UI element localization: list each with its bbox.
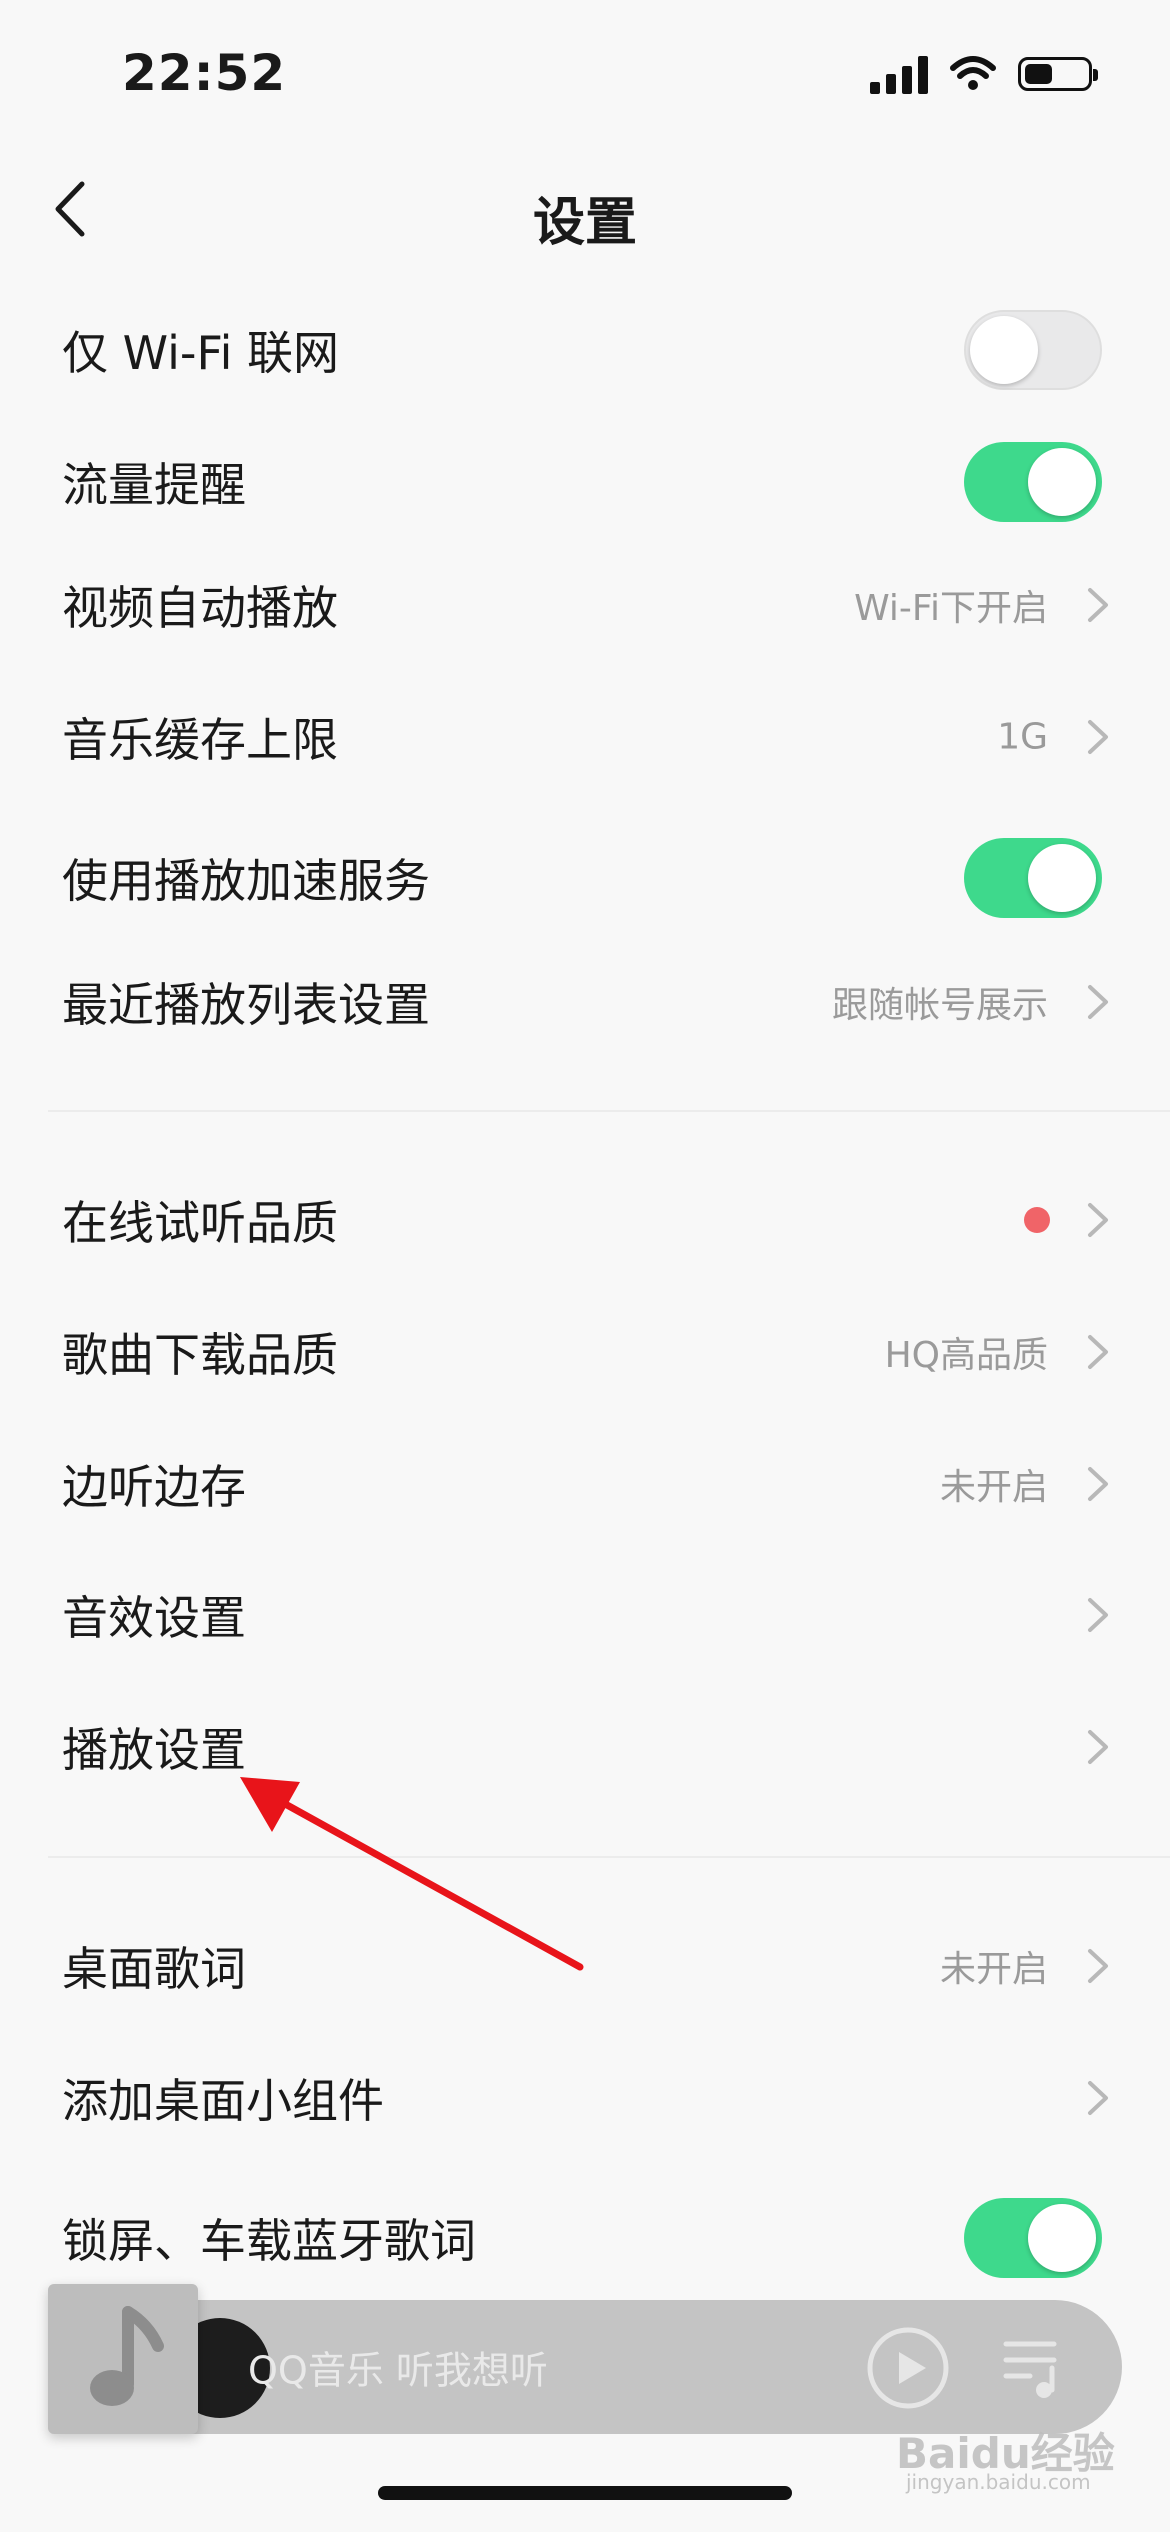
status-bar: 22:52 [0, 0, 1170, 150]
mini-player[interactable]: QQ音乐 听我想听 [50, 2300, 1122, 2434]
page-title: 设置 [532, 193, 637, 253]
setting-row-add-widget[interactable]: 添加桌面小组件 [0, 2033, 1170, 2163]
setting-value: 未开启 [939, 1949, 1048, 1990]
setting-label: 音乐缓存上限 [62, 713, 338, 767]
playlist-button[interactable] [1000, 2334, 1070, 2400]
setting-value: Wi-Fi下开启 [854, 588, 1048, 629]
setting-value: 1G [997, 716, 1048, 758]
setting-row-data-alert[interactable]: 流量提醒 [0, 417, 1170, 547]
status-icons [870, 54, 1098, 94]
setting-label: 仅 Wi-Fi 联网 [62, 326, 339, 380]
mini-player-text: QQ音乐 听我想听 [248, 2348, 548, 2393]
setting-label: 视频自动播放 [62, 581, 338, 635]
wifi-only-toggle[interactable] [964, 310, 1102, 390]
chevron-right-icon [1088, 1203, 1108, 1237]
battery-icon [1018, 57, 1098, 91]
setting-row-download-quality[interactable]: 歌曲下载品质 HQ高品质 [0, 1287, 1170, 1417]
setting-label: 播放设置 [62, 1723, 246, 1777]
watermark-url: jingyan.baidu.com [906, 2470, 1091, 2494]
section-divider [48, 1110, 1170, 1112]
chevron-right-icon [1088, 985, 1108, 1019]
status-time: 22:52 [122, 44, 287, 102]
music-note-icon [90, 2306, 164, 2406]
chevron-right-icon [1088, 720, 1108, 754]
setting-label: 添加桌面小组件 [62, 2074, 384, 2128]
setting-row-playback-settings[interactable]: 播放设置 [0, 1682, 1170, 1812]
battery-level [1025, 64, 1052, 84]
setting-label: 最近播放列表设置 [62, 978, 430, 1032]
setting-row-playback-acceleration[interactable]: 使用播放加速服务 [0, 813, 1170, 943]
setting-label: 桌面歌词 [62, 1942, 246, 1996]
setting-label: 使用播放加速服务 [62, 854, 430, 908]
nav-bar: 设置 [0, 150, 1170, 270]
setting-row-sound-effects[interactable]: 音效设置 [0, 1550, 1170, 1680]
home-indicator [378, 2486, 792, 2500]
chevron-right-icon [1088, 1335, 1108, 1369]
setting-row-wifi-only[interactable]: 仅 Wi-Fi 联网 [0, 285, 1170, 415]
setting-row-cache-limit[interactable]: 音乐缓存上限 1G [0, 672, 1170, 802]
setting-row-desktop-lyrics[interactable]: 桌面歌词 未开启 [0, 1901, 1170, 2031]
chevron-right-icon [1088, 1598, 1108, 1632]
chevron-right-icon [1088, 1949, 1108, 1983]
cellular-signal-icon [870, 54, 928, 94]
setting-label: 在线试听品质 [62, 1196, 338, 1250]
chevron-right-icon [1088, 1730, 1108, 1764]
wifi-icon [950, 56, 996, 90]
lockscreen-lyrics-toggle[interactable] [964, 2198, 1102, 2278]
setting-label: 流量提醒 [62, 458, 246, 512]
setting-row-recent-playlist[interactable]: 最近播放列表设置 跟随帐号展示 [0, 937, 1170, 1067]
album-cover[interactable] [48, 2284, 198, 2434]
section-divider [48, 1856, 1170, 1858]
chevron-right-icon [1088, 588, 1108, 622]
setting-value: HQ高品质 [884, 1335, 1048, 1376]
new-badge-dot [1024, 1207, 1050, 1233]
setting-label: 音效设置 [62, 1591, 246, 1645]
data-alert-toggle[interactable] [964, 442, 1102, 522]
setting-row-stream-quality[interactable]: 在线试听品质 [0, 1155, 1170, 1285]
setting-label: 歌曲下载品质 [62, 1328, 338, 1382]
play-button[interactable] [866, 2326, 950, 2410]
chevron-right-icon [1088, 2081, 1108, 2115]
setting-label: 边听边存 [62, 1460, 246, 1514]
playback-acceleration-toggle[interactable] [964, 838, 1102, 918]
setting-row-cache-while-playing[interactable]: 边听边存 未开启 [0, 1419, 1170, 1549]
setting-label: 锁屏、车载蓝牙歌词 [62, 2214, 476, 2268]
setting-value: 未开启 [939, 1467, 1048, 1508]
chevron-right-icon [1088, 1467, 1108, 1501]
setting-row-video-autoplay[interactable]: 视频自动播放 Wi-Fi下开启 [0, 540, 1170, 670]
setting-value: 跟随帐号展示 [831, 985, 1048, 1026]
